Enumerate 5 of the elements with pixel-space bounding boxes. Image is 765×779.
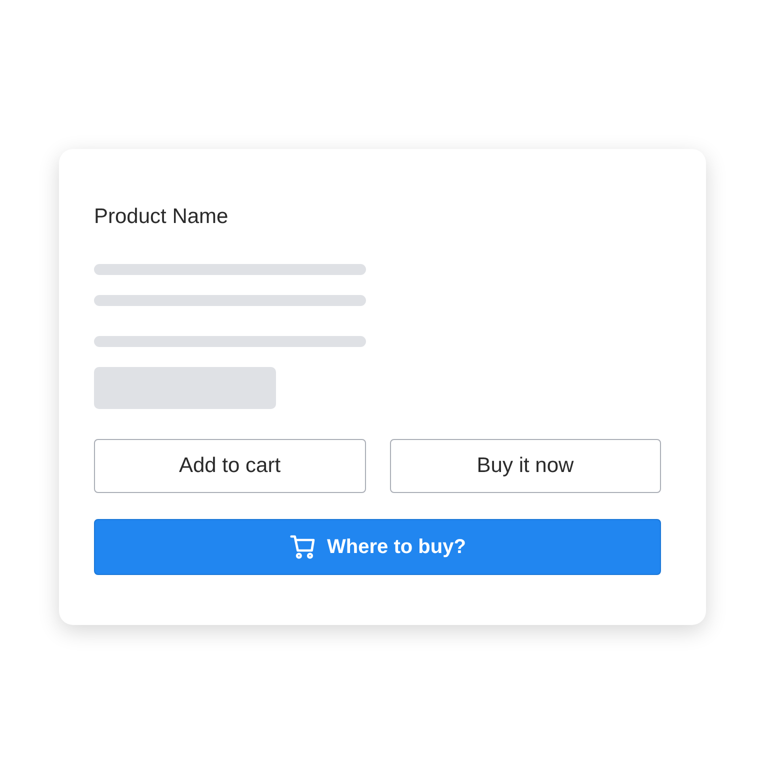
- action-button[interactable]: Buy it now: [390, 439, 661, 493]
- product-title: Product Name: [94, 204, 230, 230]
- cart-icon: [289, 533, 318, 561]
- where-to-buy-button[interactable]: Where to buy?: [94, 519, 661, 575]
- action-button[interactable]: Add to cart: [94, 439, 366, 493]
